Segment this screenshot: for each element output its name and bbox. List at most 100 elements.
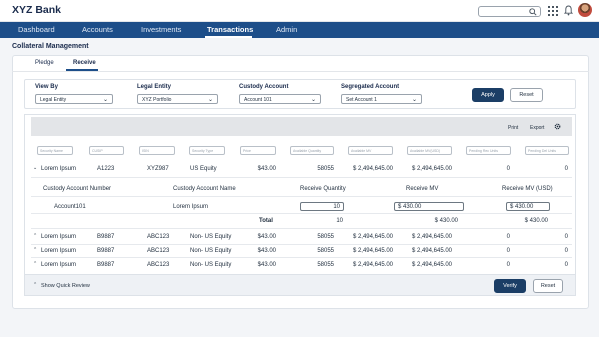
- filter-available-mv-usd[interactable]: Available MV(USD): [407, 146, 452, 155]
- nav-tab-accounts[interactable]: Accounts: [82, 25, 113, 34]
- top-bar: XYZ Bank: [0, 0, 599, 22]
- expand-row-icon[interactable]: ⌃: [33, 233, 37, 239]
- row3-cusip: B9887: [97, 248, 115, 254]
- reset-button[interactable]: Reset: [533, 279, 563, 293]
- filter-price[interactable]: Price: [240, 146, 276, 155]
- row1-mv-usd: $ 2,494,645.00: [411, 166, 452, 172]
- receive-mv-usd-input[interactable]: $ 430.00: [506, 202, 550, 211]
- table-toolbar: [31, 117, 572, 136]
- expand-row-icon[interactable]: ⌃: [33, 247, 37, 253]
- filter-isin[interactable]: ISIN: [139, 146, 175, 155]
- main-nav: Dashboard Accounts Investments Transacti…: [0, 22, 599, 38]
- expand-quick-review-icon[interactable]: ⌃: [33, 282, 37, 288]
- search-icon[interactable]: [529, 8, 537, 16]
- row3-mv-usd: $ 2,494,645.00: [411, 248, 452, 254]
- detail-divider: [31, 228, 572, 229]
- detail-account-name: Lorem Ipsum: [173, 204, 209, 210]
- apps-grid-icon[interactable]: [548, 6, 558, 16]
- row2-pending-del: 0: [564, 234, 568, 240]
- row4-price: $43.00: [257, 262, 276, 268]
- row3-pending-rec: 0: [506, 248, 510, 254]
- row-divider: [31, 177, 572, 178]
- view-by-label: View By: [35, 84, 58, 90]
- row1-price: $43.00: [257, 166, 276, 172]
- receive-quantity-input[interactable]: 10: [300, 202, 344, 211]
- gear-icon[interactable]: [554, 123, 561, 130]
- custody-account-select[interactable]: Account 101 ⌄: [239, 94, 321, 104]
- filter-available-mv[interactable]: Available MV: [348, 146, 393, 155]
- nav-tab-admin[interactable]: Admin: [276, 25, 297, 34]
- subtab-pledge[interactable]: Pledge: [35, 60, 54, 66]
- row1-security-name: Lorem Ipsum: [41, 166, 77, 172]
- detail-header-divider: [31, 196, 572, 197]
- chevron-down-icon: ⌄: [310, 97, 316, 103]
- row1-pending-del: 0: [564, 166, 568, 172]
- row3-security-name: Lorem Ipsum: [41, 248, 77, 254]
- notification-bell-icon[interactable]: [564, 5, 573, 16]
- row4-isin: ABC123: [147, 262, 170, 268]
- row2-mv: $ 2,494,645.00: [352, 234, 393, 240]
- row2-isin: ABC123: [147, 234, 170, 240]
- view-by-value: Legal Entity: [40, 97, 67, 103]
- total-mv-usd: $ 430.00: [524, 218, 548, 224]
- row2-type: Non- US Equity: [190, 234, 232, 240]
- filter-pending-rec-units[interactable]: Pending Rec Units: [466, 146, 511, 155]
- export-button[interactable]: Export: [530, 125, 544, 131]
- filter-security-type[interactable]: Security Type: [189, 146, 225, 155]
- detail-row-divider: [31, 213, 572, 214]
- filter-pending-del-units[interactable]: Pending Del Units: [525, 146, 569, 155]
- total-qty: 10: [336, 218, 343, 224]
- row4-pending-del: 0: [564, 262, 568, 268]
- detail-header-receive-mv: Receive MV: [406, 186, 439, 192]
- detail-header-receive-quantity: Receive Quantity: [300, 186, 346, 192]
- segregated-account-value: Set Account 1: [346, 97, 377, 103]
- search-input[interactable]: [478, 6, 541, 17]
- row4-mv-usd: $ 2,494,645.00: [411, 262, 452, 268]
- row4-pending-rec: 0: [506, 262, 510, 268]
- segregated-account-select[interactable]: Set Account 1 ⌄: [341, 94, 422, 104]
- row1-isin: XYZ987: [147, 166, 169, 172]
- row2-price: $43.00: [257, 234, 276, 240]
- nav-tab-transactions[interactable]: Transactions: [207, 25, 253, 34]
- apply-button[interactable]: Apply: [472, 88, 504, 102]
- expand-row-icon[interactable]: ⌃: [33, 261, 37, 267]
- view-by-select[interactable]: Legal Entity ⌄: [35, 94, 113, 104]
- row3-isin: ABC123: [147, 248, 170, 254]
- row1-qty: 58055: [317, 166, 334, 172]
- verify-button[interactable]: Verify: [494, 279, 526, 293]
- show-quick-review-link[interactable]: Show Quick Review: [41, 283, 90, 289]
- row3-type: Non- US Equity: [190, 248, 232, 254]
- detail-account-number: Account101: [54, 204, 86, 210]
- subtabs-divider: [12, 71, 589, 72]
- reset-filters-button[interactable]: Reset: [510, 88, 543, 102]
- row4-mv: $ 2,494,645.00: [352, 262, 393, 268]
- row1-pending-rec: 0: [506, 166, 510, 172]
- row2-qty: 58055: [317, 234, 334, 240]
- brand-name: XYZ Bank: [12, 4, 62, 16]
- row2-mv-usd: $ 2,494,645.00: [411, 234, 452, 240]
- nav-tab-dashboard[interactable]: Dashboard: [18, 25, 55, 34]
- row2-pending-rec: 0: [506, 234, 510, 240]
- detail-header-account-name: Custody Account Name: [173, 186, 236, 192]
- row3-qty: 58055: [317, 248, 334, 254]
- legal-entity-value: XYZ Portfolio: [142, 97, 172, 103]
- print-button[interactable]: Print: [508, 125, 518, 131]
- legal-entity-select[interactable]: XYZ Portfolio ⌄: [137, 94, 218, 104]
- custody-account-value: Account 101: [244, 97, 272, 103]
- chevron-down-icon: ⌄: [411, 97, 417, 103]
- collapse-row-icon[interactable]: ⌄: [33, 165, 37, 171]
- nav-tab-investments[interactable]: Investments: [141, 25, 181, 34]
- filter-cusip[interactable]: CUSIP: [89, 146, 124, 155]
- user-avatar[interactable]: [578, 3, 592, 17]
- row1-type: US Equity: [190, 166, 217, 172]
- row4-security-name: Lorem Ipsum: [41, 262, 77, 268]
- total-mv: $ 430.00: [434, 218, 458, 224]
- row2-security-name: Lorem Ipsum: [41, 234, 77, 240]
- row-divider: [31, 244, 572, 245]
- receive-mv-input[interactable]: $ 430.00: [394, 202, 464, 211]
- filter-available-quantity[interactable]: Available Quantity: [290, 146, 334, 155]
- row3-pending-del: 0: [564, 248, 568, 254]
- subtab-receive[interactable]: Receive: [73, 60, 96, 66]
- filter-security-name[interactable]: Security Name: [37, 146, 73, 155]
- detail-header-account-number: Custody Account Number: [43, 186, 112, 192]
